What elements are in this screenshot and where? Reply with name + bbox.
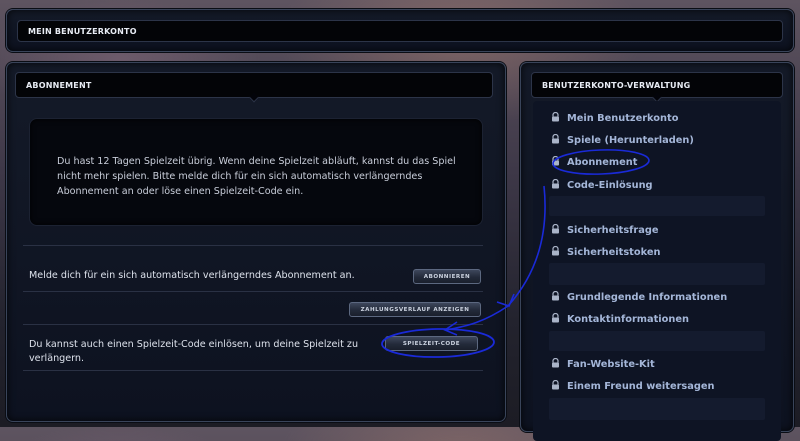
nav-link-label: Code-Einlösung	[567, 179, 653, 191]
account-management-title-text: BENUTZERKONTO-VERWALTUNG	[542, 80, 691, 90]
lock-icon	[551, 290, 560, 304]
nav-group-spacer	[549, 196, 765, 216]
nav-link-subscription[interactable]: Abonnement	[551, 155, 637, 169]
game-time-code-text: Du kannst auch einen Spielzeit-Code einl…	[29, 339, 359, 364]
title-notch	[249, 92, 259, 103]
nav-group-spacer	[549, 263, 765, 285]
nav-link-code-redemption[interactable]: Code-Einlösung	[551, 178, 653, 192]
subscription-title: ABONNEMENT	[15, 72, 493, 103]
game-time-code-button[interactable]: SPIELZEIT-CODE	[385, 336, 478, 351]
nav-link-label: Grundlegende Informationen	[567, 291, 728, 303]
nav-link-basic-info[interactable]: Grundlegende Informationen	[551, 290, 727, 304]
account-management-panel: BENUTZERKONTO-VERWALTUNG Mein Benutzerko…	[520, 62, 794, 441]
account-management-title: BENUTZERKONTO-VERWALTUNG	[531, 72, 783, 103]
lock-icon	[551, 111, 560, 125]
nav-link-games-download[interactable]: Spiele (Herunterladen)	[551, 133, 694, 147]
lock-icon	[551, 245, 560, 259]
divider	[23, 324, 483, 325]
account-header-panel: MEIN BENUTZERKONTO	[6, 9, 794, 52]
divider	[23, 370, 483, 371]
lock-icon	[551, 379, 560, 393]
payment-history-button[interactable]: ZAHLUNGSVERLAUF ANZEIGEN	[349, 302, 481, 317]
nav-link-tell-a-friend[interactable]: Einem Freund weitersagen	[551, 379, 715, 393]
lock-icon	[551, 133, 560, 147]
nav-link-label: Fan-Website-Kit	[567, 358, 655, 370]
nav-link-security-question[interactable]: Sicherheitsfrage	[551, 223, 659, 237]
lock-icon	[551, 357, 560, 371]
lock-icon	[551, 178, 560, 192]
lock-icon	[551, 312, 560, 326]
nav-group-spacer	[549, 398, 765, 420]
nav-link-my-account[interactable]: Mein Benutzerkonto	[551, 111, 678, 125]
lock-icon	[551, 223, 560, 237]
divider	[23, 245, 483, 246]
nav-link-label: Kontaktinformationen	[567, 313, 689, 325]
nav-link-fan-site-kit[interactable]: Fan-Website-Kit	[551, 357, 655, 371]
subscription-panel: ABONNEMENT Du hast 12 Tagen Spielzeit üb…	[6, 62, 506, 422]
nav-link-label: Mein Benutzerkonto	[567, 112, 679, 124]
nav-link-label: Sicherheitstoken	[567, 246, 661, 258]
time-remaining-text: Du hast 12 Tagen Spielzeit übrig. Wenn d…	[57, 156, 456, 197]
time-remaining-box: Du hast 12 Tagen Spielzeit übrig. Wenn d…	[29, 118, 483, 226]
subscribe-button[interactable]: ABONNIEREN	[413, 269, 481, 284]
page-title-text: MEIN BENUTZERKONTO	[28, 26, 137, 36]
nav-link-security-token[interactable]: Sicherheitstoken	[551, 245, 660, 259]
nav-group-spacer	[549, 331, 765, 351]
subscription-title-text: ABONNEMENT	[26, 80, 92, 90]
nav-link-label: Einem Freund weitersagen	[567, 380, 715, 392]
lock-icon	[551, 155, 560, 169]
subscribe-text: Melde dich für ein sich automatisch verl…	[29, 270, 355, 281]
nav-link-label: Spiele (Herunterladen)	[567, 134, 694, 146]
page-title: MEIN BENUTZERKONTO	[17, 20, 783, 42]
nav-link-contact-info[interactable]: Kontaktinformationen	[551, 312, 689, 326]
divider	[23, 291, 483, 292]
nav-link-label: Abonnement	[567, 156, 638, 168]
nav-link-label: Sicherheitsfrage	[567, 224, 659, 236]
